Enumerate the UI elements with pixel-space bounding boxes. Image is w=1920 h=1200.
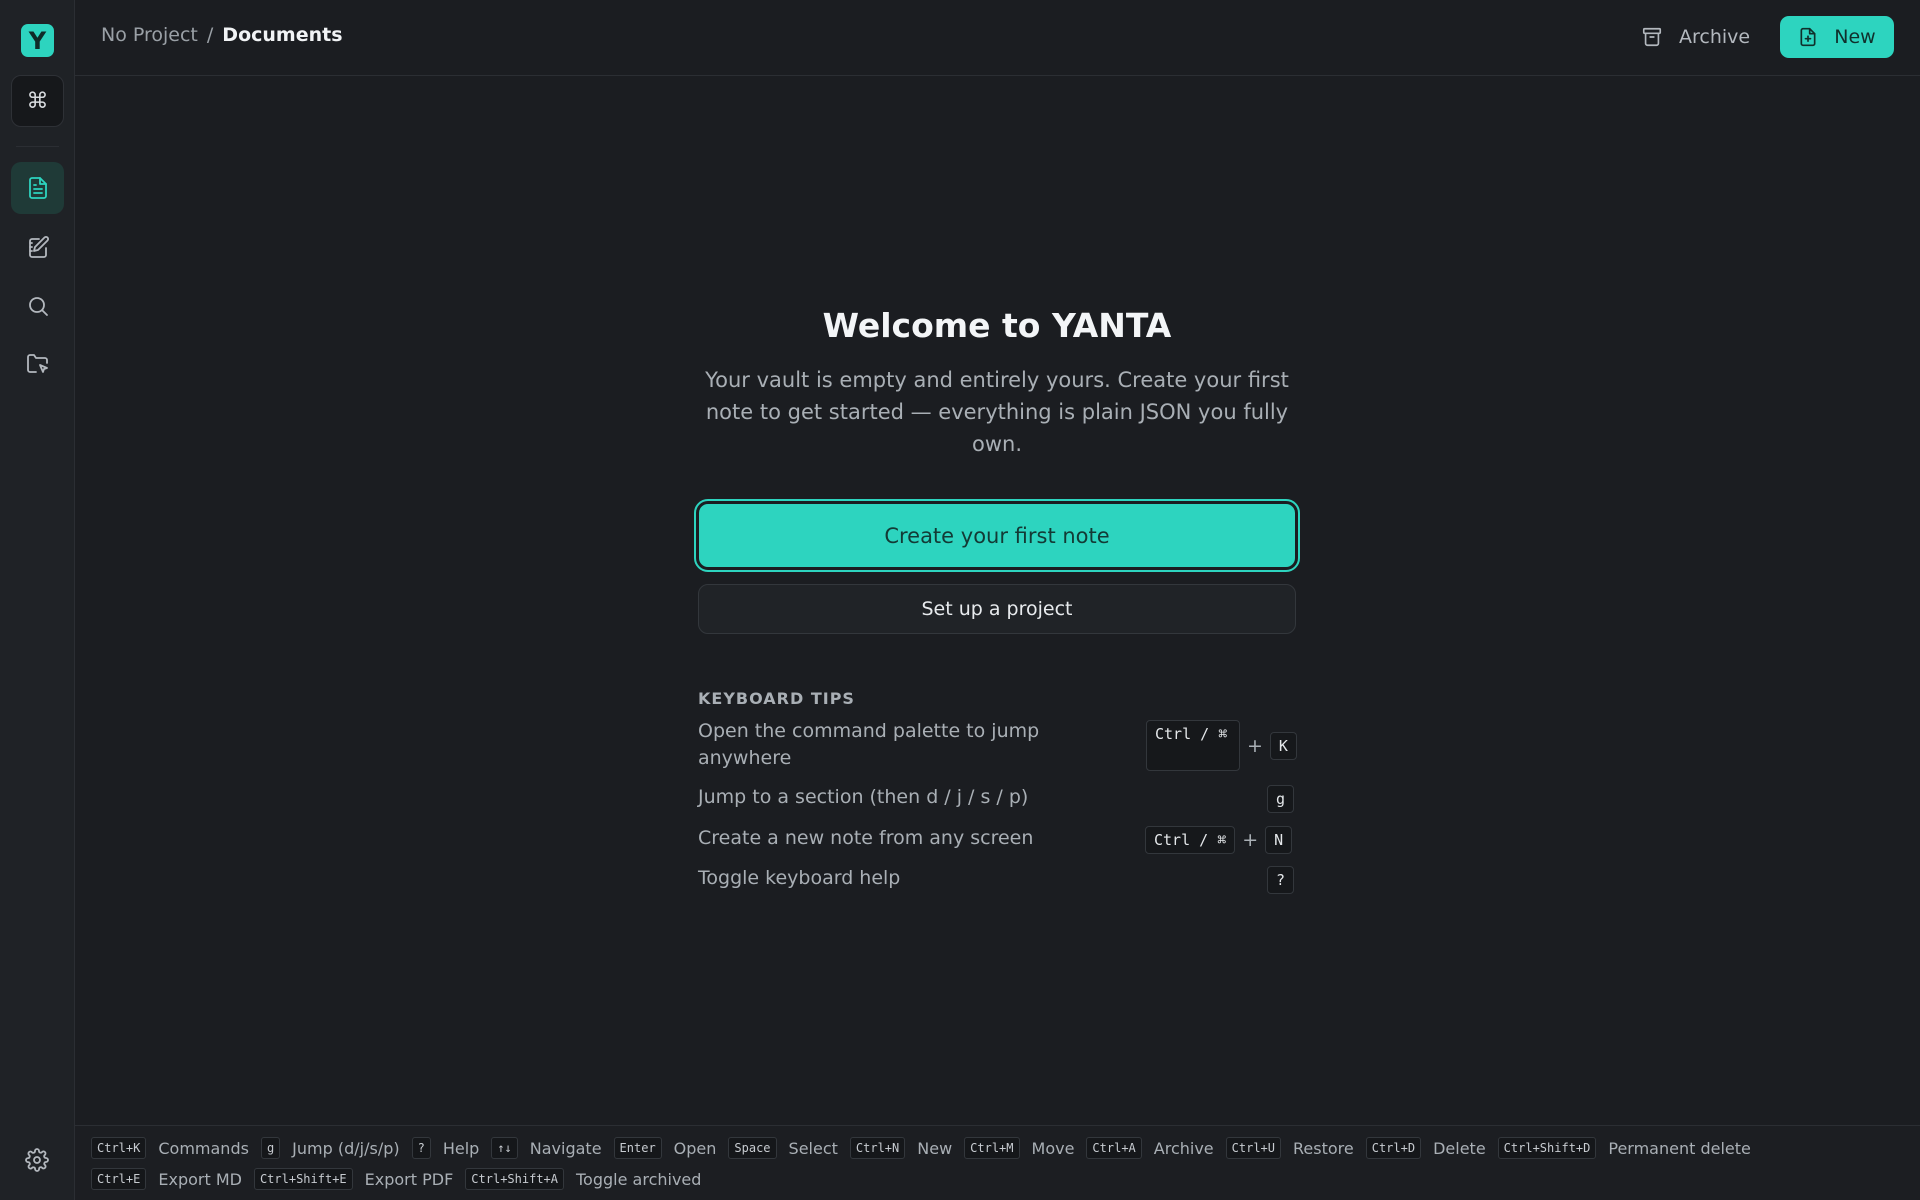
shortcut-label: Permanent delete [1608,1138,1751,1158]
shortcut-label: Export MD [158,1169,242,1189]
shortcut-key: Ctrl+Shift+D [1497,1137,1597,1159]
search-icon [28,297,48,316]
shortcut-label: Move [1031,1138,1075,1158]
shortcut-key: Ctrl+Shift+E [253,1168,353,1190]
shortcut-key: g [260,1137,281,1159]
sidebar-divider [16,146,59,147]
shortcut-item: Ctrl+Shift+D Permanent delete [1497,1137,1751,1159]
tip-keys: g [1267,785,1295,813]
welcome-title: Welcome to YANTA [822,306,1172,345]
shortcut-item: g Jump (d/j/s/p) [260,1137,400,1159]
sidebar-item-journal[interactable] [11,221,64,273]
new-document-button[interactable]: New [1780,16,1894,58]
shortcut-key: ↑↓ [491,1137,518,1159]
shortcut-item: Ctrl+U Restore [1225,1137,1354,1159]
shortcut-item: Ctrl+E Export MD [91,1168,242,1190]
shortcut-item: ↑↓ Navigate [491,1137,602,1159]
tip-text: Toggle keyboard help [698,867,901,889]
keyboard-tips-heading: KEYBOARD TIPS [698,689,855,708]
shortcut-key: Ctrl+U [1225,1137,1282,1159]
shortcut-label: Delete [1433,1138,1486,1158]
shortcut-label: New [917,1138,953,1158]
shortcut-key: Enter [613,1137,662,1159]
shortcut-label: Commands [158,1138,249,1158]
shortcut-key: Ctrl+D [1365,1137,1422,1159]
shortcut-key: Ctrl+N [849,1137,906,1159]
shortcut-bar: Ctrl+K Commands g Jump (d/j/s/p) ? Help ↑↓ N… [75,1125,1920,1200]
key-ctrl-cmd: Ctrl / ⌘ [1145,826,1236,854]
shortcut-key: Ctrl+K [91,1137,147,1159]
shortcut-item: ? Help [411,1137,480,1159]
key-g: g [1267,785,1295,813]
tip-text: Create a new note from any screen [698,827,1034,849]
shortcut-label: Select [788,1138,838,1158]
set-up-project-button[interactable]: Set up a project [698,584,1296,634]
sidebar-item-search[interactable] [11,280,64,332]
shortcut-key: Ctrl+Shift+A [465,1168,564,1190]
app-logo[interactable]: Y [21,24,54,57]
sidebar-item-projects[interactable] [11,338,64,390]
shortcut-label: Restore [1293,1138,1354,1158]
shortcut-item: Space Select [728,1137,838,1159]
archive-label: Archive [1679,26,1751,48]
tip-text: Jump to a section (then d / j / s / p) [698,786,1029,808]
settings-button[interactable] [22,1145,52,1175]
key-plus: + [1242,829,1259,851]
shortcut-row: Ctrl+E Export MD Ctrl+Shift+E Export PDF C… [91,1168,713,1190]
tip-text: Open the command palette to jump anywher… [698,720,1040,769]
key-question: ? [1267,866,1295,894]
archive-button[interactable]: Archive [1641,20,1750,54]
shortcut-label: Open [673,1138,717,1158]
sidebar: Y ⌘ [0,0,75,1200]
shortcut-label: Archive [1153,1138,1214,1158]
new-label: New [1834,26,1876,48]
shortcut-label: Jump (d/j/s/p) [292,1138,400,1158]
folder-icon [26,354,48,373]
sidebar-item-documents[interactable] [11,162,64,214]
shortcut-item: Ctrl+Shift+E Export PDF [253,1168,454,1190]
shortcut-item: Ctrl+D Delete [1365,1137,1486,1159]
tip-keys: Ctrl / ⌘ + K [1146,720,1297,771]
shortcut-item: Ctrl+M Move [964,1137,1074,1159]
shortcut-item: Ctrl+N New [849,1137,953,1159]
command-icon: ⌘ [26,88,49,114]
gear-icon [25,1148,49,1172]
key-ctrl-cmd: Ctrl / ⌘ [1146,720,1240,771]
welcome-description: Your vault is empty and entirely yours. … [705,368,1289,456]
shortcut-item: Enter Open [613,1137,717,1159]
key-plus: + [1247,734,1263,757]
key-n: N [1265,826,1293,854]
tip-keys: Ctrl / ⌘ + N [1145,826,1293,854]
archive-icon [1642,27,1662,47]
shortcut-label: Navigate [529,1138,602,1158]
shortcut-label: Help [442,1138,480,1158]
shortcut-label: Toggle archived [576,1169,702,1189]
breadcrumb-separator: / [206,24,214,46]
shortcut-row: Ctrl+K Commands g Jump (d/j/s/p) ? Help ↑↓ N… [91,1137,1763,1159]
create-first-note-button[interactable]: Create your first note [694,499,1300,572]
shortcut-key: Ctrl+E [91,1168,147,1190]
command-palette-button[interactable]: ⌘ [11,75,64,127]
document-icon [28,177,47,199]
shortcut-item: Ctrl+A Archive [1086,1137,1214,1159]
file-plus-icon [1800,27,1816,47]
tip-keys: ? [1267,866,1295,894]
shortcut-key: ? [411,1137,431,1159]
shortcut-label: Export PDF [364,1169,454,1189]
breadcrumb-project[interactable]: No Project [101,24,198,46]
shortcut-item: Ctrl+K Commands [91,1137,249,1159]
shortcut-key: Space [728,1137,777,1159]
shortcut-item: Ctrl+Shift+A Toggle archived [465,1168,701,1190]
shortcut-key: Ctrl+M [964,1137,1020,1159]
key-k: K [1269,731,1297,760]
edit-note-icon [28,236,49,258]
breadcrumb-current: Documents [222,24,343,46]
shortcut-key: Ctrl+A [1086,1137,1142,1159]
breadcrumb: No Project / Documents [101,24,343,46]
top-bar: No Project / Documents Archive New [75,0,1920,76]
